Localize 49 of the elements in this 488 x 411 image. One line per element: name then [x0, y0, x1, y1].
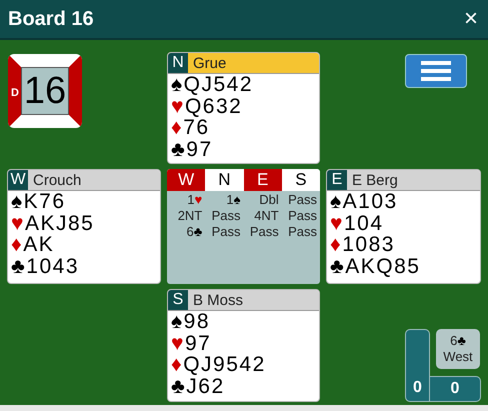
suit-holding: ♠98 — [170, 311, 212, 332]
bid: Pass — [248, 224, 280, 240]
menu-button[interactable] — [405, 54, 467, 88]
seat-column-header: E — [244, 169, 282, 191]
player-name: Crouch — [33, 172, 82, 188]
seat-label: S — [168, 290, 188, 310]
suit-holding: ♥97 — [170, 332, 212, 354]
bid: 1♥ — [186, 192, 204, 208]
bid: Pass — [287, 192, 318, 208]
board-number: 16 — [24, 70, 66, 112]
suit-holding: ♣1043 — [10, 256, 80, 277]
bid: Pass — [210, 224, 242, 240]
menu-icon — [421, 61, 451, 81]
bid: Pass — [287, 208, 318, 224]
suit-holding: ♦AK — [10, 234, 56, 256]
player-name: E Berg — [352, 172, 398, 188]
bid: 6♣ — [185, 224, 204, 240]
suit-holding: ♠QJ542 — [170, 74, 254, 96]
suit-holding: ♠A103 — [329, 191, 399, 212]
suit-holding: ♦76 — [170, 117, 210, 138]
seat-label: W — [8, 170, 28, 190]
close-button[interactable]: × — [462, 7, 480, 31]
dealer-label: D — [11, 87, 19, 99]
suit-holding: ♥104 — [329, 212, 385, 234]
seat-column-header: W — [167, 169, 206, 191]
bid: 2NT — [176, 208, 204, 224]
bid: 4NT — [253, 208, 280, 224]
suit-holding: ♥AKJ85 — [10, 212, 96, 234]
bid: Dbl — [258, 192, 280, 208]
contract-label: 6♣ West — [436, 329, 480, 369]
player-name: Grue — [193, 54, 226, 72]
tricks-counter: 0 — [430, 376, 481, 402]
tricks-counter: 0 — [405, 329, 430, 402]
player-name: B Moss — [193, 292, 244, 308]
bid: Pass — [210, 208, 242, 224]
suit-holding: ♥Q632 — [170, 96, 242, 117]
suit-holding: ♣AKQ85 — [329, 256, 422, 277]
suit-holding: ♠K76 — [10, 191, 67, 212]
suit-holding: ♦QJ9542 — [170, 354, 267, 376]
seat-column-header: S — [294, 169, 308, 191]
suit-holding: ♣97 — [170, 138, 214, 160]
suit-holding: ♦1083 — [329, 234, 396, 256]
window-title: Board 16 — [8, 8, 94, 30]
bid: Pass — [287, 224, 318, 240]
seat-label: N — [168, 53, 188, 73]
suit-holding: ♣J62 — [170, 376, 225, 397]
seat-label: E — [327, 170, 347, 190]
seat-column-header: N — [217, 169, 232, 191]
bid: 1♠ — [225, 192, 242, 208]
